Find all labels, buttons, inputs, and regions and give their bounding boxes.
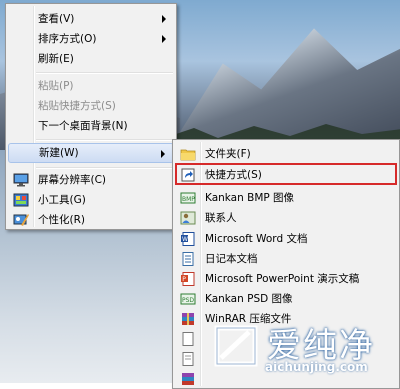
submenu-item-folder[interactable]: 文件夹(F) [175,144,397,164]
menu-item-paste-shortcut: 粘贴快捷方式(S) [8,96,174,116]
menu-item-next-desktop-background[interactable]: 下一个桌面背景(N) [8,116,174,136]
menu-item-sort-by[interactable]: 排序方式(O) [8,29,174,49]
menu-item-label: 刷新(E) [38,53,74,65]
submenu-item-label: Microsoft PowerPoint 演示文稿 [205,273,360,285]
menu-item-label: 新建(W) [39,147,79,159]
submenu-item-journal-document[interactable]: 日记本文档 [175,249,397,269]
menu-item-screen-resolution[interactable]: 屏幕分辨率(C) [8,170,174,190]
submenu-item-label: Kankan BMP 图像 [205,192,295,204]
menu-item-label: 下一个桌面背景(N) [38,120,128,132]
word-document-icon: W [181,232,195,246]
menu-item-label: 粘贴快捷方式(S) [38,100,116,112]
winrar-icon [182,313,194,325]
menu-item-label: 个性化(R) [38,214,85,226]
menu-item-gadgets[interactable]: 小工具(G) [8,190,174,210]
watermark-url: aichunjing.com [265,360,368,374]
submenu-arrow-icon [162,35,166,43]
psd-image-icon: PSD [180,293,196,305]
bmp-image-icon: BMP [180,192,196,204]
contact-icon [180,211,196,225]
archive-icon [182,373,194,385]
journal-document-icon [182,252,194,266]
svg-text:PSD: PSD [182,297,194,304]
menu-item-refresh[interactable]: 刷新(E) [8,49,174,69]
shortcut-icon [181,168,195,182]
folder-icon [180,149,196,161]
menu-item-label: 粘贴(P) [38,80,74,92]
menu-separator [36,139,173,141]
submenu-item-word-document[interactable]: W Microsoft Word 文档 [175,229,397,249]
gadgets-icon [13,193,29,207]
desktop-context-menu: 查看(V) 排序方式(O) 刷新(E) 粘贴(P) 粘贴快捷方式(S) 下一个桌… [5,3,177,230]
submenu-item-label: 联系人 [205,212,237,224]
submenu-item-powerpoint[interactable]: P Microsoft PowerPoint 演示文稿 [175,269,397,289]
submenu-item-label: 快捷方式(S) [205,169,262,181]
submenu-item-shortcut[interactable]: 快捷方式(S) [175,165,397,185]
submenu-item-label: Microsoft Word 文档 [205,233,308,245]
watermark: 爱纯净 aichunjing.com [205,316,400,383]
menu-item-label: 屏幕分辨率(C) [38,174,107,186]
svg-text:W: W [182,236,188,243]
menu-separator [36,167,173,169]
powerpoint-icon: P [181,272,195,286]
menu-item-new[interactable]: 新建(W) [8,143,174,163]
personalize-icon [13,214,29,226]
submenu-item-label: Kankan PSD 图像 [205,293,293,305]
submenu-arrow-icon [161,150,165,158]
submenu-item-label: 文件夹(F) [205,148,251,160]
menu-item-label: 排序方式(O) [38,33,97,45]
submenu-arrow-icon [162,15,166,23]
submenu-item-kankan-bmp[interactable]: BMP Kankan BMP 图像 [175,188,397,208]
menu-item-personalize[interactable]: 个性化(R) [8,210,174,230]
blank-document-icon [182,332,194,346]
menu-item-label: 查看(V) [38,13,75,25]
menu-item-view[interactable]: 查看(V) [8,9,174,29]
svg-text:P: P [182,276,186,283]
aichunjing-logo-icon [214,325,258,367]
display-icon [13,173,29,187]
svg-text:BMP: BMP [182,196,195,203]
text-document-icon [182,352,194,366]
submenu-item-contact[interactable]: 联系人 [175,208,397,228]
menu-item-label: 小工具(G) [38,194,86,206]
menu-separator [36,72,173,74]
submenu-item-label: 日记本文档 [205,253,258,265]
menu-item-paste: 粘贴(P) [8,76,174,96]
submenu-item-kankan-psd[interactable]: PSD Kankan PSD 图像 [175,289,397,309]
